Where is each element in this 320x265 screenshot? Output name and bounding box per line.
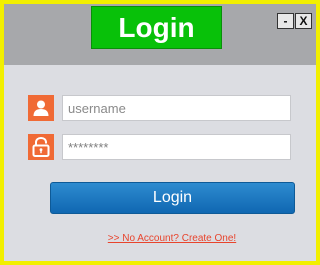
create-account-link[interactable]: >> No Account? Create One! [4,233,320,244]
title-bar: Login - X [4,4,316,65]
unlock-icon [28,134,54,160]
minimize-button[interactable]: - [277,13,294,29]
password-input[interactable] [62,134,291,160]
close-button[interactable]: X [295,13,312,29]
user-icon [28,95,54,121]
window-title: Login [91,6,222,49]
login-window: Login - X Login >> No Account? Create On… [0,0,320,265]
login-button[interactable]: Login [50,182,295,214]
username-input[interactable] [62,95,291,121]
